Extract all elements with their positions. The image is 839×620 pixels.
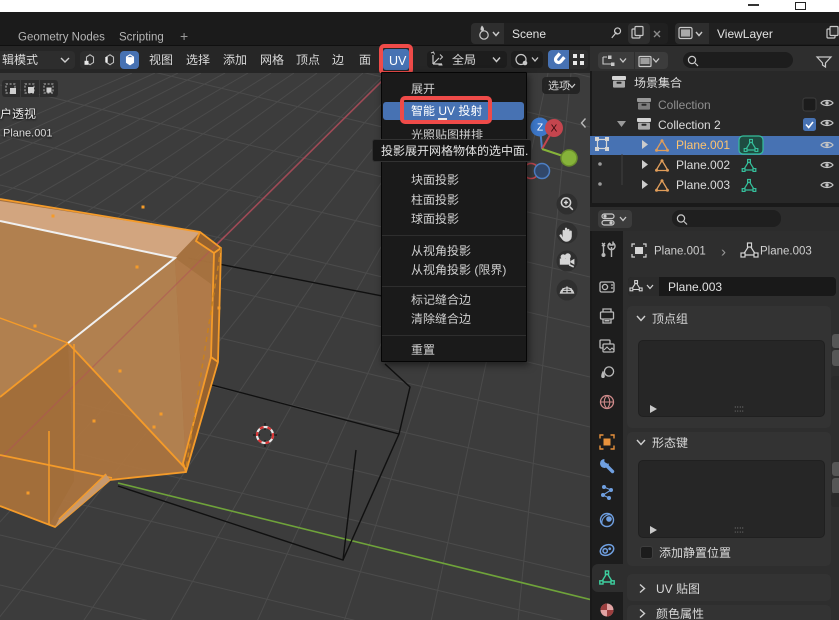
svg-text:X: X <box>551 124 558 135</box>
svg-text:Z: Z <box>537 123 543 134</box>
